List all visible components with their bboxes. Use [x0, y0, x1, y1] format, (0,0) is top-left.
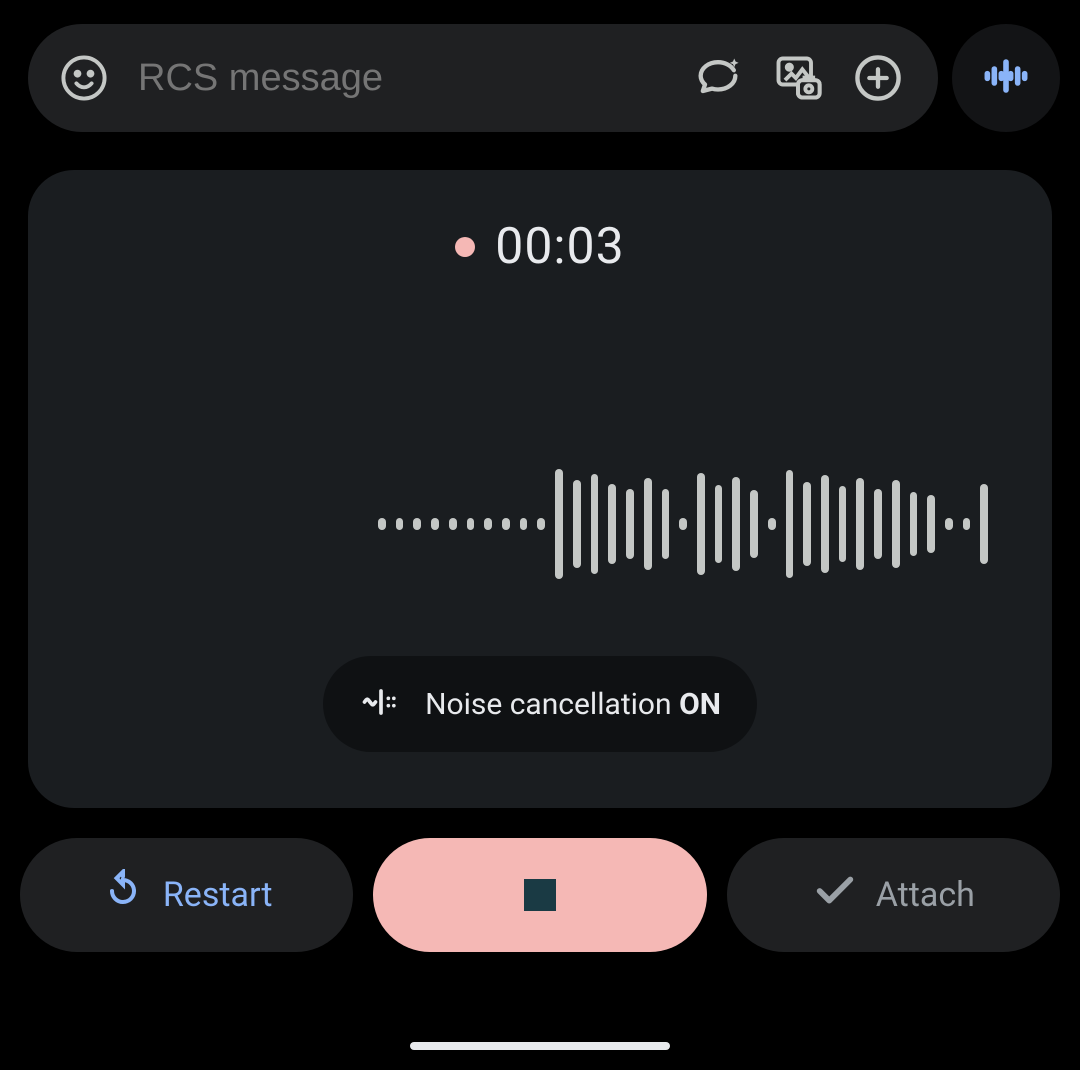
attach-label: Attach	[876, 875, 975, 915]
message-input[interactable]	[138, 57, 664, 100]
timer-row: 00:03	[455, 218, 625, 276]
stop-button[interactable]	[373, 838, 706, 952]
noise-cancellation-pill[interactable]: Noise cancellation ON	[323, 656, 757, 752]
restart-label: Restart	[163, 875, 273, 915]
stop-icon	[524, 879, 556, 911]
action-row: Restart Attach	[20, 838, 1060, 952]
compose-pill	[28, 24, 938, 132]
checkmark-icon	[812, 868, 858, 923]
voice-button[interactable]	[952, 24, 1060, 132]
noise-cancellation-icon	[359, 680, 403, 728]
restart-icon	[101, 869, 145, 922]
ai-reply-icon[interactable]	[692, 52, 744, 104]
waveform	[378, 464, 988, 584]
recording-timer: 00:03	[495, 218, 625, 276]
restart-button[interactable]: Restart	[20, 838, 353, 952]
voice-wave-icon	[978, 48, 1034, 108]
gallery-camera-icon[interactable]	[772, 52, 824, 104]
attach-button[interactable]: Attach	[727, 838, 1060, 952]
noise-cancellation-label: Noise cancellation ON	[425, 687, 721, 722]
emoji-icon[interactable]	[58, 52, 110, 104]
home-indicator[interactable]	[410, 1042, 670, 1050]
compose-bar	[0, 0, 1080, 132]
recording-indicator-icon	[455, 237, 475, 257]
plus-icon[interactable]	[852, 52, 904, 104]
recorder-panel: 00:03	[28, 170, 1052, 808]
